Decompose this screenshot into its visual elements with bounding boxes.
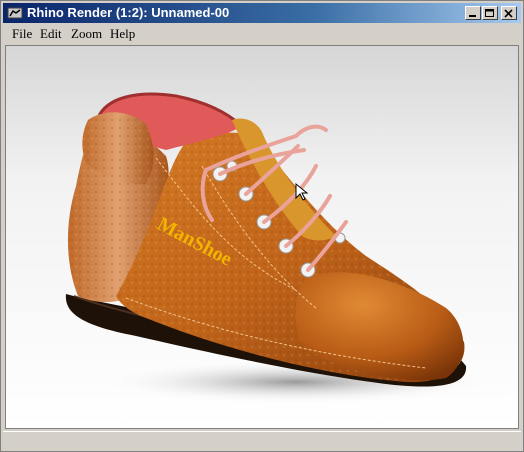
window-title: Rhino Render (1:2): Unnamed-00 (27, 5, 230, 20)
status-bar (3, 431, 521, 451)
rhino-app-icon[interactable] (7, 5, 23, 21)
maximize-button[interactable] (482, 6, 498, 20)
render-viewport[interactable]: ManShoe (5, 45, 519, 429)
menu-edit[interactable]: Edit (37, 26, 65, 42)
menu-help[interactable]: Help (107, 26, 138, 42)
shoe-render: ManShoe (6, 46, 518, 428)
menu-bar: File Edit Zoom Help (3, 24, 521, 44)
title-bar[interactable]: Rhino Render (1:2): Unnamed-00 (3, 3, 521, 23)
close-icon (504, 9, 513, 18)
maximize-icon (485, 9, 494, 17)
minimize-icon (469, 15, 476, 17)
menu-zoom[interactable]: Zoom (68, 26, 105, 42)
close-button[interactable] (501, 6, 517, 20)
menu-file[interactable]: File (9, 26, 35, 42)
minimize-button[interactable] (465, 6, 481, 20)
render-window: Rhino Render (1:2): Unnamed-00 File Edit… (0, 0, 524, 452)
